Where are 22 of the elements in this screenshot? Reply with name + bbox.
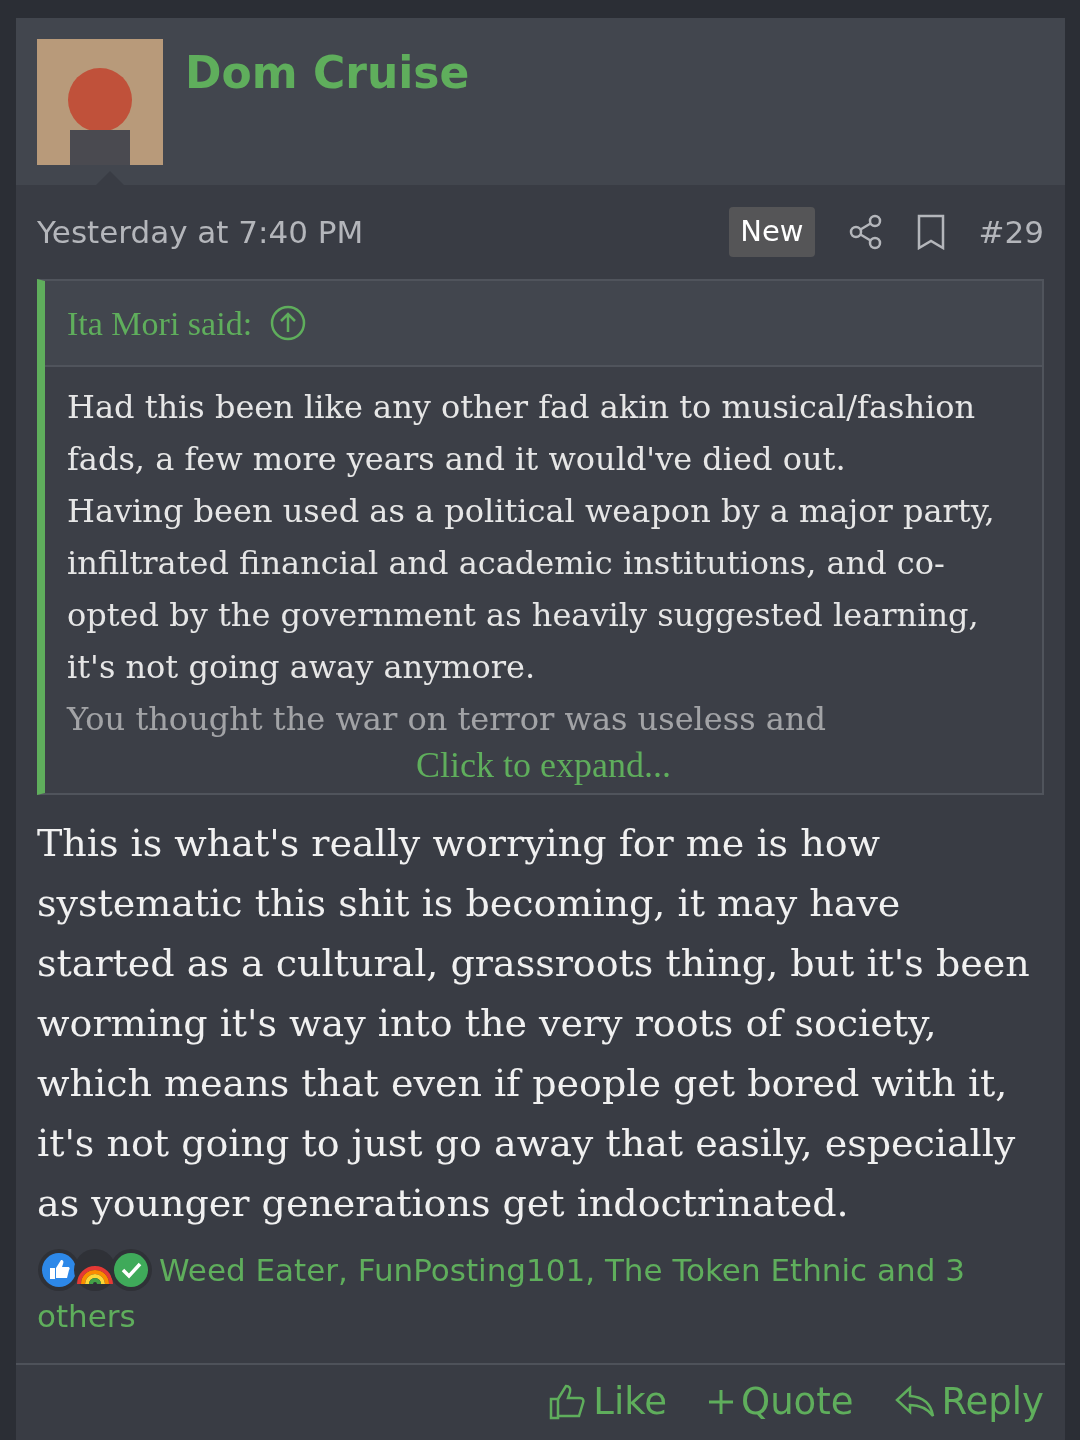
quote-attribution[interactable]: Ita Mori said: (67, 297, 253, 349)
expand-link[interactable]: Click to expand... (416, 745, 671, 785)
post-body: This is what's really worrying for me is how systematic this shit is becoming, it may have started as a cultural, grassroots thing, but it's been worming it's way into the very roots of society, which means that even if people get bored with it, it's not going to just go away that easily, especially as younger generations get indoctrinated. (36, 820, 1031, 1227)
author-name[interactable]: Dom Cruise (185, 51, 470, 95)
reply-button[interactable]: Reply (893, 1374, 1044, 1430)
thumbs-up-icon (547, 1382, 588, 1422)
bookmark-icon[interactable] (916, 214, 945, 250)
post-time[interactable]: Yesterday at 7:40 PM (37, 208, 364, 256)
plus-icon (707, 1388, 736, 1416)
quote-text: You thought the war on terror was useless and (67, 699, 827, 740)
reaction-users-link[interactable]: others (37, 1293, 136, 1339)
quote-text: Having been used as a political weapon by a major party, infiltrated financial and academic institutions, and co-opted by the government as heavily suggested learning, it's not going away anymore. (67, 491, 996, 688)
quote-text: Had this been like any other fad akin to musical/fashion fads, a few more years and it would've died out. (67, 387, 977, 480)
post-number[interactable]: #29 (978, 208, 1044, 256)
reaction-users-link[interactable]: Weed Eater, FunPosting101, The Token Ethnic and 3 (159, 1247, 965, 1293)
share-icon[interactable] (848, 214, 883, 250)
jump-up-icon[interactable] (270, 305, 307, 341)
new-label: New (729, 207, 815, 257)
quote-button[interactable]: Quote (707, 1374, 854, 1430)
reply-arrow-icon (893, 1384, 936, 1420)
check-reaction-icon[interactable] (109, 1248, 153, 1292)
like-button[interactable]: Like (547, 1374, 668, 1430)
